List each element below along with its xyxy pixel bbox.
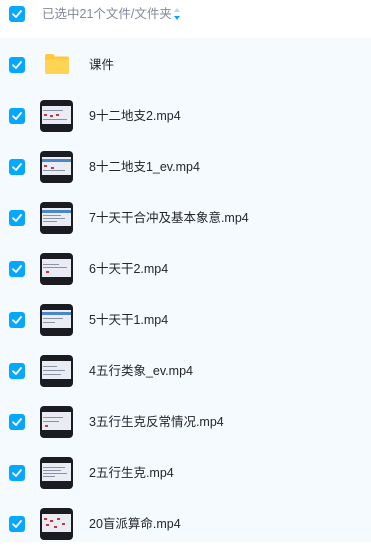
video-thumbnail bbox=[40, 457, 73, 489]
check-icon bbox=[12, 367, 22, 375]
check-icon bbox=[12, 265, 22, 273]
check-icon bbox=[12, 520, 22, 528]
selection-count-label: 已选中21个文件/文件夹 bbox=[42, 7, 172, 21]
check-icon bbox=[12, 418, 22, 426]
file-list: 课件 9十二地支2.mp4 8十二地支1_ev.mp4 7十天干合冲及基本象意.… bbox=[0, 38, 371, 542]
list-item[interactable]: 3五行生克反常情况.mp4 bbox=[0, 395, 371, 446]
selection-header: 已选中21个文件/文件夹 bbox=[0, 0, 371, 30]
file-name: 2五行生克.mp4 bbox=[89, 466, 174, 480]
check-icon bbox=[12, 61, 22, 69]
list-item[interactable]: 4五行类象_ev.mp4 bbox=[0, 344, 371, 395]
file-name: 4五行类象_ev.mp4 bbox=[89, 364, 193, 378]
folder-icon bbox=[45, 54, 69, 74]
list-item[interactable]: 9十二地支2.mp4 bbox=[0, 89, 371, 140]
item-checkbox[interactable] bbox=[9, 159, 25, 175]
item-checkbox[interactable] bbox=[9, 363, 25, 379]
item-checkbox[interactable] bbox=[9, 108, 25, 124]
video-thumbnail bbox=[40, 304, 73, 336]
item-checkbox[interactable] bbox=[9, 516, 25, 532]
list-item[interactable]: 7十天干合冲及基本象意.mp4 bbox=[0, 191, 371, 242]
check-icon bbox=[12, 316, 22, 324]
list-item[interactable]: 6十天干2.mp4 bbox=[0, 242, 371, 293]
check-icon bbox=[12, 112, 22, 120]
list-item[interactable]: 20盲派算命.mp4 bbox=[0, 497, 371, 548]
item-checkbox[interactable] bbox=[9, 261, 25, 277]
video-thumbnail bbox=[40, 253, 73, 285]
check-icon bbox=[12, 214, 22, 222]
video-thumbnail bbox=[40, 100, 73, 132]
list-item[interactable]: 8十二地支1_ev.mp4 bbox=[0, 140, 371, 191]
item-checkbox[interactable] bbox=[9, 57, 25, 73]
file-name: 6十天干2.mp4 bbox=[89, 262, 169, 276]
video-thumbnail bbox=[40, 406, 73, 438]
video-thumbnail bbox=[40, 355, 73, 387]
file-name: 8十二地支1_ev.mp4 bbox=[89, 160, 200, 174]
file-name: 课件 bbox=[89, 58, 115, 72]
list-item[interactable]: 5十天干1.mp4 bbox=[0, 293, 371, 344]
file-name: 7十天干合冲及基本象意.mp4 bbox=[89, 211, 249, 225]
video-thumbnail bbox=[40, 202, 73, 234]
file-name: 9十二地支2.mp4 bbox=[89, 109, 181, 123]
item-checkbox[interactable] bbox=[9, 210, 25, 226]
check-icon bbox=[12, 469, 22, 477]
item-checkbox[interactable] bbox=[9, 312, 25, 328]
list-item[interactable]: 课件 bbox=[0, 38, 371, 89]
file-name: 3五行生克反常情况.mp4 bbox=[89, 415, 224, 429]
file-name: 20盲派算命.mp4 bbox=[89, 517, 181, 531]
select-all-checkbox[interactable] bbox=[9, 6, 25, 22]
video-thumbnail bbox=[40, 508, 73, 540]
file-name: 5十天干1.mp4 bbox=[89, 313, 169, 327]
item-checkbox[interactable] bbox=[9, 414, 25, 430]
check-icon bbox=[12, 163, 22, 171]
sort-arrows-icon[interactable] bbox=[173, 7, 181, 21]
video-thumbnail bbox=[40, 151, 73, 183]
check-icon bbox=[12, 10, 22, 18]
item-checkbox[interactable] bbox=[9, 465, 25, 481]
list-item[interactable]: 2五行生克.mp4 bbox=[0, 446, 371, 497]
